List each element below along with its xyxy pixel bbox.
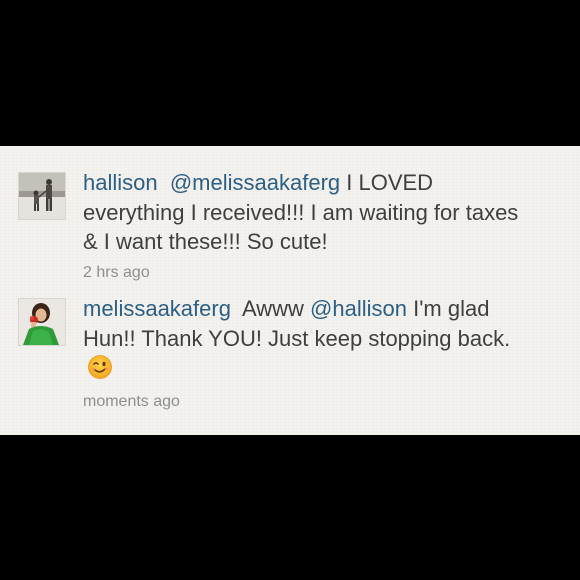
comment-mention[interactable]: @melissaakaferg — [170, 170, 340, 195]
comment-body: melissaakaferg Awww @hallison I'm glad H… — [83, 294, 533, 412]
comment-timestamp: 2 hrs ago — [83, 263, 150, 281]
screenshot-frame: hallison @melissaakaferg I LOVED everyth… — [0, 0, 580, 580]
woman-green-dress-photo-icon — [19, 299, 65, 345]
beach-walk-photo-icon — [19, 173, 65, 219]
comment-timestamp: moments ago — [83, 392, 180, 410]
comment-mention[interactable]: @hallison — [310, 296, 407, 321]
comment-username[interactable]: hallison — [83, 170, 158, 195]
comment-text: Awww — [241, 296, 304, 321]
comments-panel: hallison @melissaakaferg I LOVED everyth… — [0, 146, 580, 435]
user-avatar[interactable] — [18, 298, 66, 346]
comment-body: hallison @melissaakaferg I LOVED everyth… — [83, 168, 533, 283]
user-avatar[interactable] — [18, 172, 66, 220]
winking-face-icon — [87, 354, 113, 380]
comment-username[interactable]: melissaakaferg — [83, 296, 231, 321]
